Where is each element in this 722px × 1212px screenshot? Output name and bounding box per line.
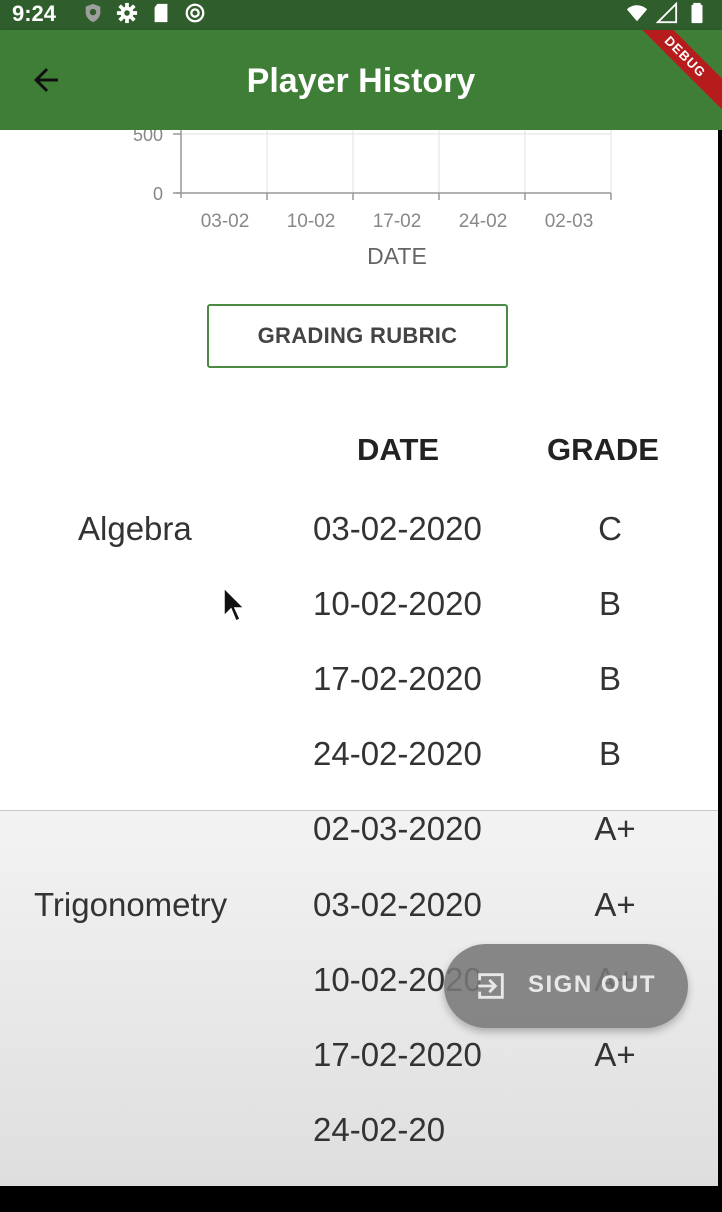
grade-column-header: GRADE	[547, 432, 659, 467]
chart-y-tick-label: 500	[133, 130, 163, 145]
grading-rubric-button[interactable]: GRADING RUBRIC	[207, 304, 508, 368]
chart-x-tick-label: 02-03	[545, 211, 594, 232]
row-grade: B	[598, 585, 621, 622]
wifi-icon	[626, 5, 648, 22]
row-date: 17-02-2020	[313, 660, 482, 697]
row-date: 24-02-20	[313, 1111, 446, 1148]
row-grade: B	[598, 660, 621, 697]
page-title: Player History	[246, 62, 476, 100]
row-date: 17-02-2020	[313, 1036, 482, 1073]
row-date: 24-02-2020	[313, 735, 482, 772]
chart-x-tick-label: 17-02	[373, 211, 422, 232]
status-left-icons	[82, 2, 206, 24]
mouse-cursor-icon	[223, 586, 246, 623]
row-date: 03-02-2020	[313, 510, 482, 547]
chart-x-tick-label: 10-02	[287, 211, 336, 232]
date-column-header: DATE	[357, 432, 440, 467]
signal-icon	[656, 2, 678, 24]
status-right-icons	[626, 2, 708, 24]
battery-icon	[691, 2, 703, 24]
row-grade: A+	[594, 1036, 636, 1073]
chart-gridlines	[180, 130, 612, 193]
status-time: 9:24	[12, 1, 57, 26]
subject-label: Algebra	[78, 510, 192, 547]
row-date: 02-03-2020	[313, 810, 482, 847]
shield-icon	[85, 3, 101, 23]
subject-label: Trigonometry	[34, 886, 228, 923]
status-bar: 9:24	[0, 0, 722, 30]
gear-icon	[116, 2, 138, 24]
sign-out-label: SIGN OUT	[528, 971, 657, 998]
row-date: 10-02-2020	[313, 585, 482, 622]
row-grade: B	[598, 735, 621, 772]
screen: 9:24 Player History DEBUG 500 0 03-02 10…	[0, 0, 722, 1212]
chart-x-ticks	[266, 193, 612, 200]
system-nav-bar	[0, 1186, 722, 1212]
app-bar: Player History DEBUG	[0, 30, 722, 130]
sync-icon	[185, 3, 205, 23]
exit-icon	[478, 973, 504, 999]
sd-card-icon	[154, 3, 168, 23]
chart-y-tick-label: 0	[153, 184, 163, 204]
chart-x-tick-label: 24-02	[459, 211, 508, 232]
chart-x-tick-label: 03-02	[201, 211, 250, 232]
chart-x-axis-label: DATE	[367, 243, 427, 269]
row-date: 03-02-2020	[313, 886, 482, 923]
grade-chart: 500 0 03-02 10-02 17-02 24-02 02-03 DATE	[133, 130, 612, 269]
row-grade: A+	[594, 810, 636, 847]
row-grade: A+	[594, 886, 636, 923]
row-grade: C	[598, 510, 622, 547]
sign-out-button[interactable]: SIGN OUT	[444, 944, 688, 1028]
